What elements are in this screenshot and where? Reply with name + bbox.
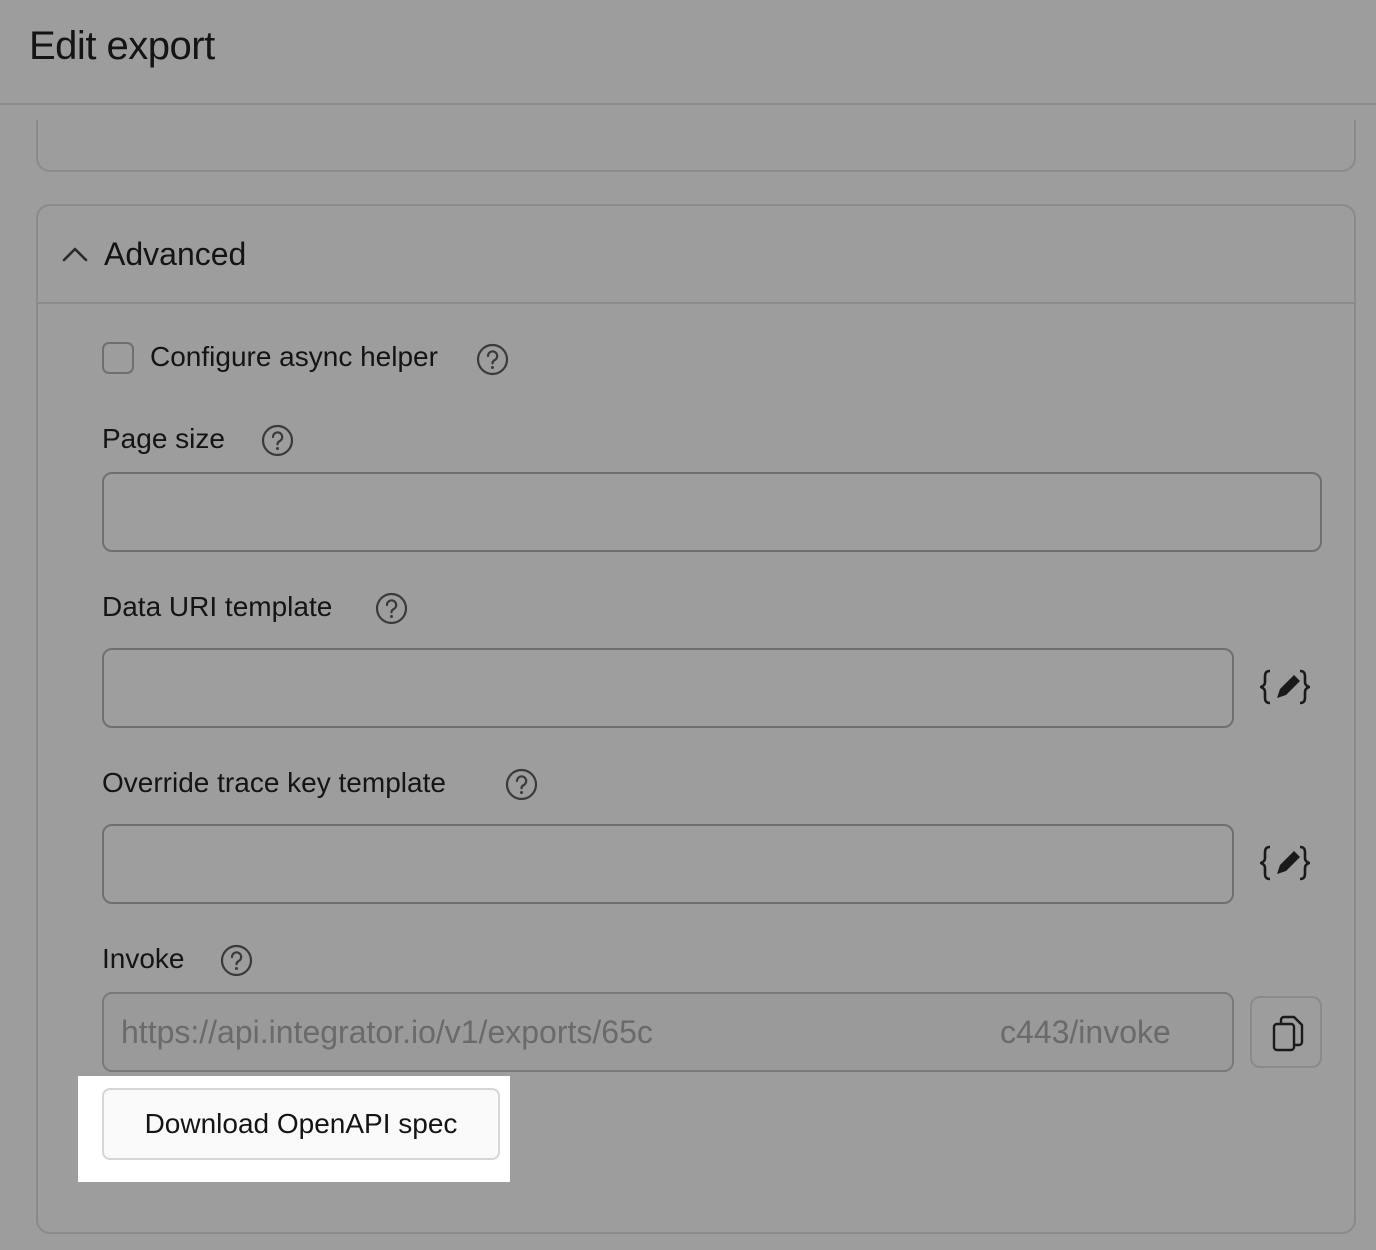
download-openapi-spec-button[interactable]: Download OpenAPI spec <box>102 1088 500 1160</box>
advanced-panel-title: Advanced <box>104 236 247 272</box>
previous-panel <box>36 120 1356 172</box>
help-circle-icon[interactable] <box>476 343 509 376</box>
help-circle-icon[interactable] <box>220 944 253 977</box>
invoke-url-end: c443/invoke <box>1000 1014 1171 1050</box>
drawer-header: Edit export <box>0 0 1376 105</box>
trace-key-input[interactable] <box>102 824 1234 904</box>
chevron-up-icon <box>62 247 88 262</box>
page-size-label: Page size <box>102 423 225 454</box>
data-uri-label: Data URI template <box>102 591 333 622</box>
copy-url-button[interactable] <box>1250 996 1322 1068</box>
template-editor-icon[interactable] <box>1260 667 1310 707</box>
help-circle-icon[interactable] <box>375 592 408 625</box>
help-circle-icon[interactable] <box>261 424 294 457</box>
async-helper-checkbox[interactable] <box>102 342 134 374</box>
copy-icon <box>1272 1015 1304 1052</box>
invoke-label: Invoke <box>102 943 185 974</box>
invoke-url-start: https://api.integrator.io/v1/exports/65c <box>121 1014 653 1050</box>
data-uri-input[interactable] <box>102 648 1234 728</box>
download-spotlight: Download OpenAPI spec <box>78 1076 510 1182</box>
help-circle-icon[interactable] <box>505 768 538 801</box>
invoke-url-field[interactable]: https://api.integrator.io/v1/exports/65c… <box>102 992 1234 1072</box>
async-helper-label: Configure async helper <box>150 341 438 372</box>
page-size-input[interactable] <box>102 472 1322 552</box>
advanced-panel-header[interactable]: Advanced <box>38 206 1354 304</box>
page-title: Edit export <box>29 24 215 68</box>
trace-key-label: Override trace key template <box>102 767 446 798</box>
template-editor-icon[interactable] <box>1260 843 1310 883</box>
